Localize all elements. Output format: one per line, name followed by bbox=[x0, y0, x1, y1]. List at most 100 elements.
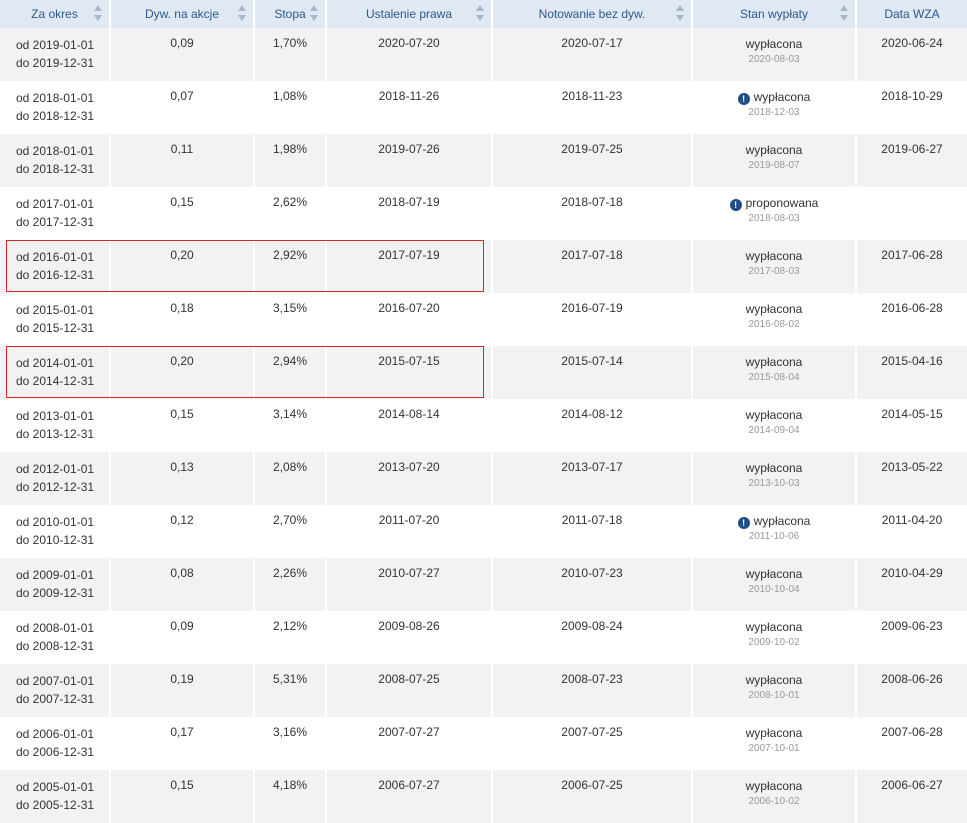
column-header-rate[interactable]: Stopa bbox=[254, 0, 327, 28]
status-cell: ! proponowana 2018-08-03 bbox=[692, 187, 857, 240]
sort-arrows-icon[interactable] bbox=[238, 5, 247, 21]
ex-dividend-cell: 2006-07-25 bbox=[492, 770, 693, 823]
table-row: od 2013-01-01 do 2013-12-31 0,15 3,14% 2014-… bbox=[0, 399, 967, 452]
status-label: wypłacona bbox=[745, 567, 803, 581]
period-to: do 2005-12-31 bbox=[16, 798, 95, 812]
dividend-table: Za okres Dyw. na akcje Stopa Ustalenie p… bbox=[0, 0, 967, 823]
header-row: Za okres Dyw. na akcje Stopa Ustalenie p… bbox=[0, 0, 967, 28]
table-row: od 2008-01-01 do 2008-12-31 0,09 2,12% 2009-… bbox=[0, 611, 967, 664]
period-to: do 2006-12-31 bbox=[16, 745, 95, 759]
rate-cell: 1,70% bbox=[254, 28, 327, 81]
record-date-cell: 2019-07-26 bbox=[326, 134, 493, 187]
ex-dividend-cell: 2018-11-23 bbox=[492, 81, 693, 134]
status-label: wypłacona bbox=[745, 673, 803, 687]
status-date: 2013-10-03 bbox=[748, 478, 800, 489]
status-cell: wypłacona 2020-08-03 bbox=[692, 28, 857, 81]
period-cell: od 2018-01-01 do 2018-12-31 bbox=[0, 81, 111, 134]
rate-cell: 3,16% bbox=[254, 717, 327, 770]
table-row: od 2016-01-01 do 2016-12-31 0,20 2,92% 2017-… bbox=[0, 240, 967, 293]
status-label: wypłacona bbox=[753, 514, 811, 528]
sort-arrows-icon[interactable] bbox=[840, 5, 849, 21]
sort-arrows-icon[interactable] bbox=[476, 5, 485, 21]
dividend-cell: 0,08 bbox=[110, 558, 255, 611]
ex-dividend-cell: 2019-07-25 bbox=[492, 134, 693, 187]
dividend-cell: 0,07 bbox=[110, 81, 255, 134]
ex-dividend-cell: 2008-07-23 bbox=[492, 664, 693, 717]
period-to: do 2019-12-31 bbox=[16, 56, 95, 70]
record-date-cell: 2016-07-20 bbox=[326, 293, 493, 346]
table-row: od 2010-01-01 do 2010-12-31 0,12 2,70% 2011-… bbox=[0, 505, 967, 558]
status-label: wypłacona bbox=[745, 302, 803, 316]
status-cell: wypłacona 2010-10-04 bbox=[692, 558, 857, 611]
rate-cell: 2,92% bbox=[254, 240, 327, 293]
status-cell: wypłacona 2015-08-04 bbox=[692, 346, 857, 399]
column-header-status[interactable]: Stan wypłaty bbox=[692, 0, 857, 28]
period-to: do 2014-12-31 bbox=[16, 374, 95, 388]
table-row: od 2009-01-01 do 2009-12-31 0,08 2,26% 2010-… bbox=[0, 558, 967, 611]
sort-arrows-icon[interactable] bbox=[676, 5, 685, 21]
dividend-cell: 0,12 bbox=[110, 505, 255, 558]
agm-date-cell: 2010-04-29 bbox=[856, 558, 967, 611]
period-from: od 2006-01-01 bbox=[16, 727, 95, 741]
period-cell: od 2009-01-01 do 2009-12-31 bbox=[0, 558, 111, 611]
ex-dividend-cell: 2007-07-25 bbox=[492, 717, 693, 770]
period-from: od 2017-01-01 bbox=[16, 197, 95, 211]
sort-arrows-icon[interactable] bbox=[310, 5, 319, 21]
record-date-cell: 2014-08-14 bbox=[326, 399, 493, 452]
info-circle-icon[interactable]: ! bbox=[729, 199, 742, 211]
status-label: wypłacona bbox=[753, 90, 811, 104]
ex-dividend-cell: 2020-07-17 bbox=[492, 28, 693, 81]
period-to: do 2016-12-31 bbox=[16, 268, 95, 282]
status-label: wypłacona bbox=[745, 620, 803, 634]
status-date: 2015-08-04 bbox=[748, 372, 800, 383]
ex-dividend-cell: 2009-08-24 bbox=[492, 611, 693, 664]
period-cell: od 2010-01-01 do 2010-12-31 bbox=[0, 505, 111, 558]
record-date-cell: 2018-11-26 bbox=[326, 81, 493, 134]
record-date-cell: 2015-07-15 bbox=[326, 346, 493, 399]
column-header-period[interactable]: Za okres bbox=[0, 0, 111, 28]
status-label: wypłacona bbox=[745, 408, 803, 422]
table-row: od 2018-01-01 do 2018-12-31 0,11 1,98% 2019-… bbox=[0, 134, 967, 187]
period-from: od 2007-01-01 bbox=[16, 674, 95, 688]
column-header-ex-dividend[interactable]: Notowanie bez dyw. bbox=[492, 0, 693, 28]
agm-date-cell: 2006-06-27 bbox=[856, 770, 967, 823]
rate-cell: 2,26% bbox=[254, 558, 327, 611]
status-cell: wypłacona 2013-10-03 bbox=[692, 452, 857, 505]
period-to: do 2013-12-31 bbox=[16, 427, 95, 441]
period-from: od 2019-01-01 bbox=[16, 38, 95, 52]
status-label: wypłacona bbox=[745, 37, 803, 51]
info-circle-icon[interactable]: ! bbox=[737, 517, 750, 529]
status-date: 2020-08-03 bbox=[748, 54, 800, 65]
column-header-record-date[interactable]: Ustalenie prawa bbox=[326, 0, 493, 28]
sort-arrows-icon[interactable] bbox=[94, 5, 103, 21]
table-row: od 2005-01-01 do 2005-12-31 0,15 4,18% 2006-… bbox=[0, 770, 967, 823]
ex-dividend-cell: 2018-07-18 bbox=[492, 187, 693, 240]
status-date: 2019-08-07 bbox=[748, 160, 800, 171]
agm-date-cell: 2015-04-16 bbox=[856, 346, 967, 399]
column-header-agm-date[interactable]: Data WZA bbox=[856, 0, 967, 28]
ex-dividend-cell: 2010-07-23 bbox=[492, 558, 693, 611]
period-from: od 2009-01-01 bbox=[16, 568, 95, 582]
status-date: 2017-08-03 bbox=[748, 266, 800, 277]
dividend-cell: 0,11 bbox=[110, 134, 255, 187]
record-date-cell: 2018-07-19 bbox=[326, 187, 493, 240]
agm-date-cell: 2020-06-24 bbox=[856, 28, 967, 81]
table-row: od 2019-01-01 do 2019-12-31 0,09 1,70% 2020-… bbox=[0, 28, 967, 81]
ex-dividend-cell: 2011-07-18 bbox=[492, 505, 693, 558]
status-label: proponowana bbox=[745, 196, 819, 210]
status-label: wypłacona bbox=[745, 249, 803, 263]
period-cell: od 2008-01-01 do 2008-12-31 bbox=[0, 611, 111, 664]
info-circle-icon[interactable]: ! bbox=[737, 93, 750, 105]
period-cell: od 2006-01-01 do 2006-12-31 bbox=[0, 717, 111, 770]
agm-date-cell: 2007-06-28 bbox=[856, 717, 967, 770]
column-header-dividend[interactable]: Dyw. na akcje bbox=[110, 0, 255, 28]
dividend-cell: 0,15 bbox=[110, 399, 255, 452]
agm-date-cell: 2017-06-28 bbox=[856, 240, 967, 293]
rate-cell: 1,98% bbox=[254, 134, 327, 187]
status-cell: wypłacona 2019-08-07 bbox=[692, 134, 857, 187]
period-to: do 2012-12-31 bbox=[16, 480, 95, 494]
period-from: od 2018-01-01 bbox=[16, 144, 95, 158]
rate-cell: 1,08% bbox=[254, 81, 327, 134]
status-cell: wypłacona 2009-10-02 bbox=[692, 611, 857, 664]
period-to: do 2010-12-31 bbox=[16, 533, 95, 547]
